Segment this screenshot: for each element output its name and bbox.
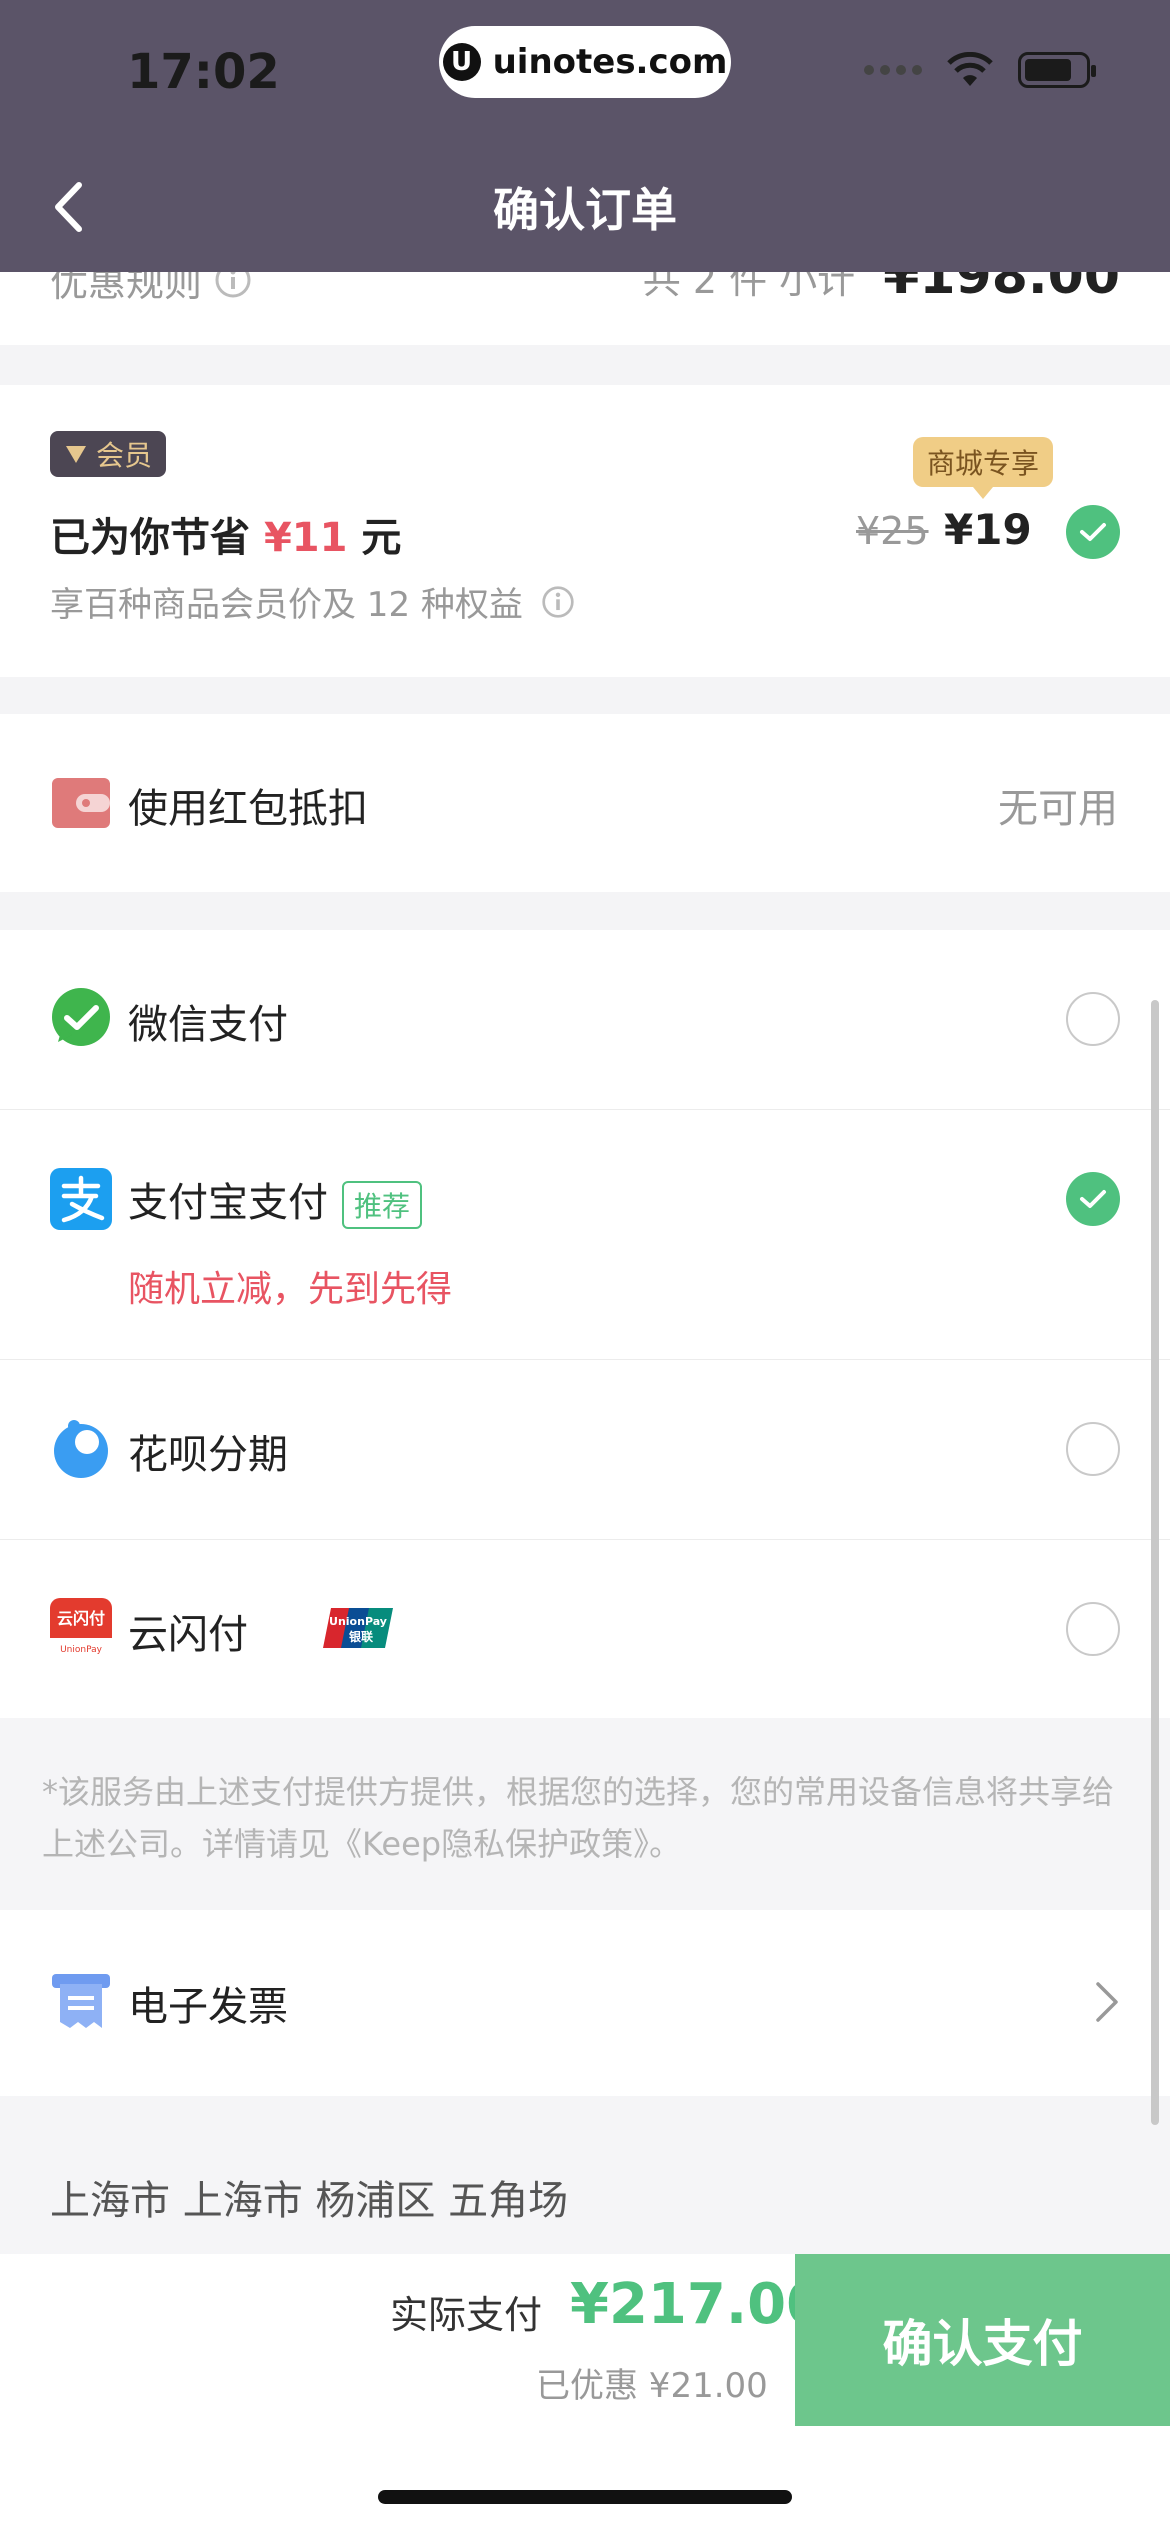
membership-card[interactable]: 会员 已为你节省 ¥11 元 享百种商品会员价及 12 种权益 商城专享 ¥25…	[0, 385, 1170, 677]
alipay-icon	[50, 1168, 112, 1230]
payment-label: 花呗分期	[128, 1432, 288, 1478]
payment-label: 云闪付	[128, 1612, 248, 1658]
savings-amount: ¥11	[263, 515, 348, 561]
mall-exclusive-tag: 商城专享	[913, 437, 1054, 499]
payment-option-alipay[interactable]: 支付宝支付 推荐 随机立减，先到先得	[0, 1110, 1170, 1360]
info-icon	[542, 585, 574, 618]
vip-badge-label: 会员	[96, 439, 153, 472]
app-header: 17:02 U uinotes.com 确认订单	[0, 0, 1170, 272]
payment-methods: 微信支付 支付宝支付 推荐 随机立减，先到先得 花呗分期 云闪付 UnionPay…	[0, 930, 1170, 1718]
diamond-heart-icon	[66, 446, 86, 463]
shipping-address: 上海市 上海市 杨浦区 五角场	[50, 2178, 569, 2224]
status-icons	[864, 52, 1096, 88]
uinotes-logo-icon: U	[442, 43, 481, 81]
confirm-payment-button[interactable]: 确认支付	[795, 2254, 1170, 2426]
wifi-icon	[947, 52, 993, 86]
red-packet-status: 无可用	[998, 786, 1118, 832]
vip-badge: 会员	[50, 431, 167, 477]
red-packet-wallet-icon	[52, 778, 110, 828]
invoice-icon	[52, 1974, 110, 2028]
privacy-notice: *该服务由上述支付提供方提供，根据您的选择，您的常用设备信息将共享给上述公司。详…	[0, 1718, 1170, 1910]
membership-checkbox[interactable]	[1066, 505, 1120, 559]
actual-payment-amount: ¥217.00	[570, 2272, 826, 2337]
url-text: uinotes.com	[492, 42, 728, 82]
payment-radio[interactable]	[1066, 1602, 1120, 1656]
payment-radio[interactable]	[1066, 992, 1120, 1046]
unionpay-logo-icon: UnionPay 银联	[323, 1608, 393, 1648]
svg-text:银联: 银联	[349, 1629, 373, 1644]
svg-text:云闪付: 云闪付	[57, 1609, 105, 1628]
savings-prefix: 已为你节省	[50, 515, 264, 561]
payment-option-unionpay[interactable]: 云闪付 UnionPay 云闪付 UnionPay 银联	[0, 1540, 1170, 1718]
member-benefits[interactable]: 享百种商品会员价及 12 种权益	[50, 577, 575, 626]
wechat-pay-icon	[52, 988, 110, 1046]
member-benefits-label: 享百种商品会员价及 12 种权益	[50, 585, 523, 625]
payment-label: 微信支付	[128, 1002, 288, 1048]
url-pill: U uinotes.com	[439, 26, 731, 98]
invoice-label: 电子发票	[128, 1984, 288, 2030]
savings-suffix: 元	[347, 515, 402, 561]
checkmark-icon	[1080, 1190, 1106, 1208]
savings-text: 已为你节省 ¥11 元	[50, 505, 401, 563]
payment-label: 支付宝支付	[128, 1180, 328, 1226]
member-price: ¥19	[944, 505, 1032, 554]
svg-text:UnionPay: UnionPay	[60, 1645, 103, 1655]
payment-radio-selected[interactable]	[1066, 1172, 1120, 1226]
red-packet-label: 使用红包抵扣	[128, 786, 368, 832]
scrollbar[interactable]	[1151, 1000, 1159, 2125]
page-title: 确认订单	[493, 183, 677, 237]
status-time: 17:02	[127, 44, 280, 100]
privacy-notice-text: *该服务由上述支付提供方提供，根据您的选择，您的常用设备信息将共享给上述公司。详…	[42, 1773, 1115, 1863]
shipping-address-row[interactable]: 上海市 上海市 杨浦区 五角场	[0, 2096, 1170, 2256]
e-invoice-row[interactable]: 电子发票	[0, 1910, 1170, 2096]
payment-radio[interactable]	[1066, 1422, 1120, 1476]
home-indicator[interactable]	[378, 2490, 792, 2504]
signal-icon	[864, 65, 922, 75]
payment-label-with-tag: 支付宝支付 推荐	[128, 1170, 423, 1229]
actual-payment-label: 实际支付	[390, 2293, 543, 2337]
checkmark-icon	[1080, 523, 1106, 541]
payment-option-huabei[interactable]: 花呗分期	[0, 1360, 1170, 1540]
original-price: ¥25	[856, 509, 929, 553]
huabei-icon	[54, 1420, 108, 1478]
unionpay-quickpass-icon: 云闪付 UnionPay	[50, 1598, 112, 1660]
svg-text:UnionPay: UnionPay	[329, 1615, 387, 1628]
recommend-tag: 推荐	[342, 1181, 423, 1229]
red-packet-row[interactable]: 使用红包抵扣 无可用	[0, 714, 1170, 892]
chevron-right-icon	[1096, 1982, 1118, 2022]
battery-icon	[1018, 52, 1096, 88]
payment-option-wechat[interactable]: 微信支付	[0, 930, 1170, 1110]
alipay-promo-text: 随机立减，先到先得	[128, 1269, 453, 1310]
discount-amount: 已优惠 ¥21.00	[536, 2366, 768, 2406]
